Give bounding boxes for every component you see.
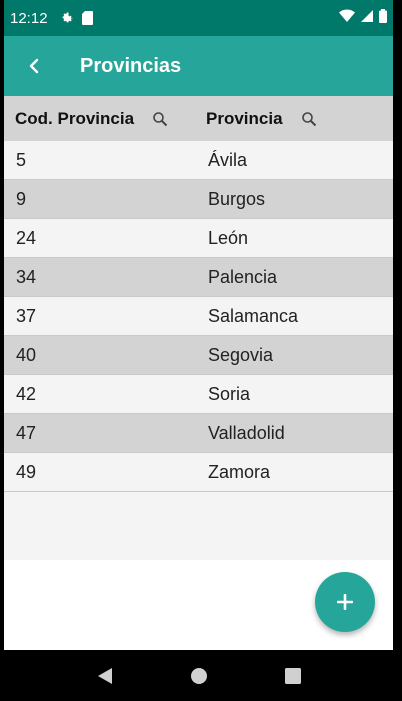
settings-icon xyxy=(60,11,74,25)
add-button[interactable] xyxy=(315,572,375,632)
table-row[interactable]: 49 Zamora xyxy=(4,453,393,492)
header-province: Provincia xyxy=(195,109,393,129)
row-province: Ávila xyxy=(208,149,248,170)
app-bar: Provincias xyxy=(4,36,393,96)
row-code: 47 xyxy=(16,422,37,443)
row-code: 40 xyxy=(16,344,37,365)
app-screen: 12:12 Provincias Cod. Provincia Provinci… xyxy=(4,0,393,701)
page-title: Provincias xyxy=(80,54,182,77)
table-row[interactable]: 34 Palencia xyxy=(4,258,393,297)
row-province: Valladolid xyxy=(208,422,285,443)
wifi-icon xyxy=(339,9,355,27)
header-code: Cod. Provincia xyxy=(4,109,195,129)
search-icon[interactable] xyxy=(301,111,317,127)
chevron-left-icon xyxy=(29,58,39,74)
back-triangle-icon[interactable] xyxy=(93,664,117,688)
row-province: Burgos xyxy=(208,188,266,209)
search-icon[interactable] xyxy=(152,111,168,127)
row-code: 24 xyxy=(16,227,37,248)
status-bar: 12:12 xyxy=(4,0,393,36)
sd-card-icon xyxy=(81,11,93,25)
row-code: 9 xyxy=(16,188,27,209)
provinces-table: Cod. Provincia Provincia 5 Ávila 9 Burgo… xyxy=(4,96,393,560)
home-circle-icon[interactable] xyxy=(187,664,211,688)
recents-square-icon[interactable] xyxy=(281,664,305,688)
table-row[interactable]: 47 Valladolid xyxy=(4,414,393,453)
row-province: Salamanca xyxy=(208,305,299,326)
row-code: 37 xyxy=(16,305,37,326)
plus-icon xyxy=(337,594,353,610)
row-code: 49 xyxy=(16,461,37,482)
table-row[interactable]: 24 León xyxy=(4,219,393,258)
table-row[interactable]: 9 Burgos xyxy=(4,180,393,219)
back-button[interactable] xyxy=(22,54,46,78)
signal-icon xyxy=(361,9,373,27)
table-row[interactable]: 37 Salamanca xyxy=(4,297,393,336)
row-province: Zamora xyxy=(208,461,271,482)
header-code-label: Cod. Provincia xyxy=(15,108,135,128)
row-code: 5 xyxy=(16,149,27,170)
table-row[interactable]: 40 Segovia xyxy=(4,336,393,375)
table-row[interactable]: 42 Soria xyxy=(4,375,393,414)
row-province: León xyxy=(208,227,249,248)
row-code: 34 xyxy=(16,266,37,287)
table-header: Cod. Provincia Provincia xyxy=(4,96,393,141)
battery-icon xyxy=(379,8,387,28)
system-nav-bar xyxy=(4,650,393,701)
row-province: Palencia xyxy=(208,266,278,287)
header-province-label: Provincia xyxy=(206,108,283,128)
row-province: Soria xyxy=(208,383,251,404)
row-province: Segovia xyxy=(208,344,274,365)
table-row[interactable]: 5 Ávila xyxy=(4,141,393,180)
row-code: 42 xyxy=(16,383,37,404)
status-time: 12:12 xyxy=(10,9,48,27)
